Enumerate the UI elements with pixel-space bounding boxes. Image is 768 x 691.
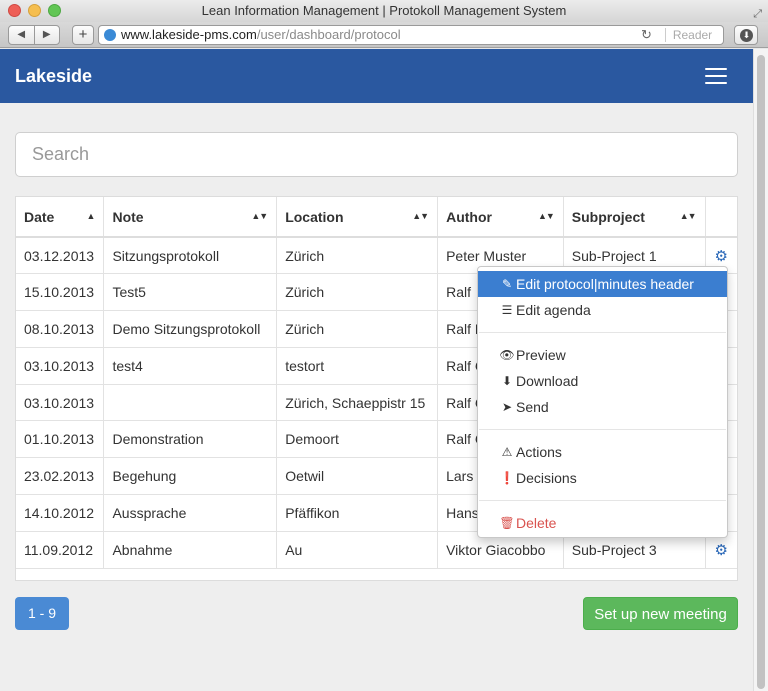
sort-icon: ▲▼ xyxy=(412,211,429,221)
cell-location: Zürich xyxy=(276,237,439,275)
page-viewport: Lakeside Date▲ Note▲▼ Location▲▼ Author▲… xyxy=(0,49,753,691)
cell-location: Zürich xyxy=(276,273,439,312)
cell-date: 15.10.2013 xyxy=(16,273,105,312)
menu-item-send[interactable]: ➤ Send xyxy=(478,394,727,420)
browser-toolbar: ◀ ▶ + www.lakeside-pms.com/user/dashboar… xyxy=(0,22,768,48)
table-header-row: Date ▲ Note ▲▼ Location ▲▼ Author ▲▼ Subproj… xyxy=(16,197,737,238)
cell-note: Begehung xyxy=(103,457,278,496)
minimize-window-button[interactable] xyxy=(28,4,41,17)
cell-note: Demo Sitzungsprotokoll xyxy=(103,310,278,348)
menu-item-decisions[interactable]: ❗ Decisions xyxy=(478,465,727,491)
menu-item-download[interactable]: ⬇ Download xyxy=(478,368,727,394)
zoom-window-button[interactable] xyxy=(48,4,61,17)
column-header-author[interactable]: Author ▲▼ xyxy=(437,197,564,238)
address-bar[interactable]: www.lakeside-pms.com/user/dashboard/prot… xyxy=(98,25,724,45)
cell-date: 03.10.2013 xyxy=(16,347,105,385)
warning-icon: ⚠ xyxy=(501,445,513,459)
window-title: Lean Information Management | Protokoll … xyxy=(201,3,567,18)
back-button[interactable]: ◀ xyxy=(9,26,35,44)
trash-icon: 🗑 xyxy=(499,516,515,530)
cell-note: Test5 xyxy=(103,273,278,312)
cell-note: Demonstration xyxy=(103,420,278,459)
menu-item-actions[interactable]: ⚠ Actions xyxy=(478,439,727,465)
cell-location: Zürich xyxy=(276,310,439,348)
url-path: /user/dashboard/protocol xyxy=(256,27,401,42)
pagination-button[interactable]: 1 - 9 xyxy=(15,597,69,630)
menu-icon[interactable] xyxy=(705,68,727,84)
sort-icon: ▲▼ xyxy=(679,211,697,221)
menu-divider xyxy=(479,332,726,333)
cell-date: 03.10.2013 xyxy=(16,384,105,422)
set-up-new-meeting-button[interactable]: Set up new meeting xyxy=(583,597,738,630)
menu-item-edit-agenda[interactable]: ☰ Edit agenda xyxy=(478,297,727,323)
cell-location: Pfäffikon xyxy=(276,494,439,532)
exclamation-icon: ❗ xyxy=(499,471,515,485)
row-actions-menu: ✎ Edit protocol|minutes header ☰ Edit ag… xyxy=(477,266,728,538)
menu-item-delete[interactable]: 🗑 Delete xyxy=(478,510,727,536)
cell-date: 14.10.2012 xyxy=(16,494,105,532)
reader-button[interactable]: Reader xyxy=(665,28,719,42)
column-header-note[interactable]: Note ▲▼ xyxy=(103,197,278,238)
cell-note: Aussprache xyxy=(103,494,278,532)
cell-note: test4 xyxy=(103,347,278,385)
cell-date: 03.12.2013 xyxy=(16,237,105,275)
send-icon: ➤ xyxy=(501,400,513,414)
app-navbar: Lakeside xyxy=(0,49,753,103)
cell-location: testort xyxy=(276,347,439,385)
close-window-button[interactable] xyxy=(8,4,21,17)
history-nav: ◀ ▶ xyxy=(8,25,60,45)
eye-icon: 👁 xyxy=(499,348,515,362)
download-icon: ⬇ xyxy=(501,374,513,388)
column-header-date[interactable]: Date ▲ xyxy=(16,197,105,238)
download-arrow-icon: ⬇ xyxy=(740,29,753,42)
reload-icon[interactable]: ↻ xyxy=(641,26,652,44)
column-header-location[interactable]: Location ▲▼ xyxy=(276,197,439,238)
cell-location: Demoort xyxy=(276,420,439,459)
brand-logo[interactable]: Lakeside xyxy=(15,66,92,87)
cell-location: Oetwil xyxy=(276,457,439,496)
cell-location: Au xyxy=(276,531,439,569)
forward-button[interactable]: ▶ xyxy=(35,26,60,44)
list-icon: ☰ xyxy=(501,303,513,317)
window-titlebar: Lean Information Management | Protokoll … xyxy=(0,0,768,22)
scrollbar-thumb[interactable] xyxy=(757,55,765,689)
globe-icon xyxy=(104,29,116,41)
cell-date: 23.02.2013 xyxy=(16,457,105,496)
menu-divider xyxy=(479,429,726,430)
pencil-icon: ✎ xyxy=(501,277,513,291)
downloads-button[interactable]: ⬇ xyxy=(734,25,758,45)
menu-item-preview[interactable]: 👁 Preview xyxy=(478,342,727,368)
cell-note xyxy=(103,384,278,422)
sort-asc-icon: ▲ xyxy=(86,211,96,221)
cell-note: Abnahme xyxy=(103,531,278,569)
menu-divider xyxy=(479,500,726,501)
sort-icon: ▲▼ xyxy=(251,211,268,221)
sort-icon: ▲▼ xyxy=(537,211,555,221)
cell-date: 11.09.2012 xyxy=(16,531,105,569)
cell-note: Sitzungsprotokoll xyxy=(103,237,278,275)
url-host: www.lakeside-pms.com xyxy=(121,27,257,42)
column-header-actions xyxy=(705,197,737,238)
new-tab-button[interactable]: + xyxy=(72,25,94,45)
cell-date: 01.10.2013 xyxy=(16,420,105,459)
cell-date: 08.10.2013 xyxy=(16,310,105,348)
search-input[interactable] xyxy=(15,132,738,177)
vertical-scrollbar[interactable] xyxy=(753,49,768,691)
menu-item-edit-header[interactable]: ✎ Edit protocol|minutes header xyxy=(478,271,727,297)
cell-location: Zürich, Schaeppistr 15 xyxy=(276,384,439,422)
column-header-subproject[interactable]: Subproject ▲▼ xyxy=(563,197,706,238)
